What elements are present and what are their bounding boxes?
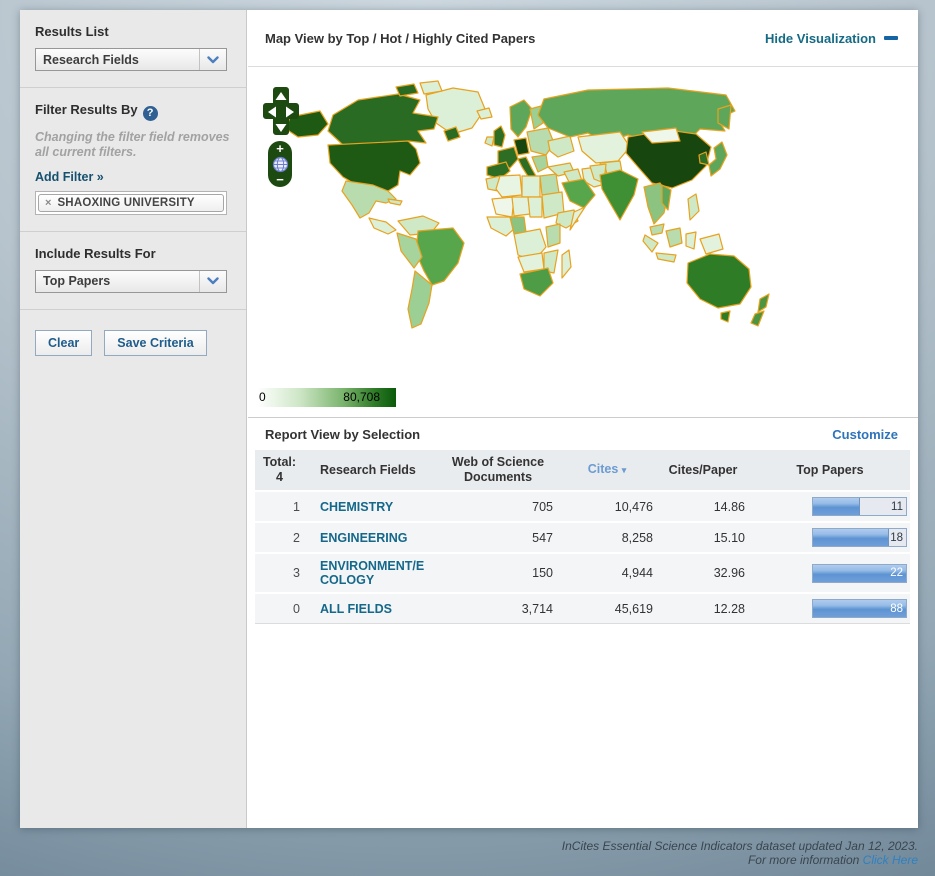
map-header: Map View by Top / Hot / Highly Cited Pap… (248, 10, 918, 67)
filter-tag-label: SHAOXING UNIVERSITY (57, 196, 195, 209)
help-icon[interactable]: ? (142, 105, 158, 121)
results-list-dropdown[interactable]: Research Fields (35, 48, 227, 71)
table-header-row: Total: 4 Research Fields Web of Science Do… (255, 450, 910, 492)
column-header-research-fields[interactable]: Research Fields (307, 458, 439, 483)
collapse-icon (884, 36, 898, 40)
world-map-canvas[interactable] (248, 71, 918, 385)
row-wos-documents: 547 (532, 530, 553, 545)
row-cites: 8,258 (621, 530, 653, 545)
row-cites-per-paper: 12.28 (713, 601, 745, 616)
sort-desc-icon: ▾ (621, 465, 627, 475)
research-field-link[interactable]: ALL FIELDS (320, 602, 392, 616)
zoom-in-button[interactable]: + (276, 142, 284, 155)
column-header-total: Total: 4 (262, 455, 297, 484)
row-rank: 3 (293, 566, 300, 580)
include-results-section: Include Results For Top Papers (20, 232, 246, 310)
top-papers-bar-fill (813, 529, 890, 546)
row-wos-documents: 3,714 (521, 601, 553, 616)
map-title: Map View by Top / Hot / Highly Cited Pap… (265, 30, 536, 46)
top-papers-bar: 88 (812, 599, 907, 618)
save-criteria-button[interactable]: Save Criteria (104, 329, 207, 356)
row-rank: 1 (293, 499, 300, 514)
legend-max-value: 80,708 (343, 390, 380, 404)
row-rank: 0 (293, 601, 300, 616)
row-cites: 45,619 (614, 601, 653, 616)
include-results-heading: Include Results For (35, 245, 156, 261)
chevron-down-icon (199, 270, 226, 292)
map-pan-control[interactable] (261, 85, 301, 139)
globe-icon[interactable] (272, 156, 289, 173)
table-row: 3 ENVIRONMENT/ECOLOGY 150 4,944 32.96 22 (255, 554, 910, 594)
top-papers-value: 88 (890, 602, 903, 615)
map-region: + − 0 80,708 (248, 67, 918, 417)
table-row: 2 ENGINEERING 547 8,258 15.10 18 (255, 523, 910, 554)
results-list-heading: Results List (35, 24, 109, 39)
report-table: Total: 4 Research Fields Web of Science Do… (255, 450, 910, 624)
filter-note: Changing the filter field removes all cu… (35, 129, 230, 159)
top-papers-bar: 22 (812, 563, 907, 583)
column-header-cites-per-paper[interactable]: Cites/Paper (657, 458, 749, 483)
top-papers-value: 18 (890, 531, 903, 544)
filter-tag: × SHAOXING UNIVERSITY (38, 193, 224, 212)
table-body: 1 CHEMISTRY 705 10,476 14.86 11 2 ENGINE… (255, 492, 910, 624)
top-papers-bar: 11 (812, 497, 907, 516)
filter-section: Filter Results By? Changing the filter f… (20, 88, 246, 232)
column-header-cites[interactable]: Cites ▾ (557, 457, 657, 483)
main-content: Map View by Top / Hot / Highly Cited Pap… (248, 10, 918, 828)
top-papers-bar-fill (813, 498, 860, 515)
filter-input-box[interactable]: × SHAOXING UNIVERSITY (35, 190, 227, 215)
include-results-dropdown[interactable]: Top Papers (35, 269, 227, 293)
add-filter-link[interactable]: Add Filter » (35, 170, 104, 184)
top-papers-bar: 18 (812, 528, 907, 547)
footer-note: InCites Essential Science Indicators dat… (562, 839, 918, 867)
column-header-wos-documents[interactable]: Web of Science Documents (439, 450, 557, 490)
remove-filter-icon[interactable]: × (45, 197, 51, 209)
sidebar: Results List Research Fields Filter Resu… (20, 10, 247, 828)
app-panel: Results List Research Fields Filter Resu… (20, 10, 918, 828)
research-field-link[interactable]: ENVIRONMENT/ECOLOGY (320, 559, 432, 587)
table-row: 0 ALL FIELDS 3,714 45,619 12.28 88 (255, 594, 910, 624)
report-header: Report View by Selection Customize (248, 417, 918, 450)
results-list-selected: Research Fields (43, 52, 139, 67)
click-here-link[interactable]: Click Here (863, 853, 918, 867)
report-title: Report View by Selection (265, 426, 421, 442)
table-row: 1 CHEMISTRY 705 10,476 14.86 11 (255, 492, 910, 523)
map-zoom-control[interactable]: + − (268, 141, 292, 187)
row-wos-documents: 705 (532, 499, 553, 514)
footer-line1: InCites Essential Science Indicators dat… (561, 839, 918, 853)
chevron-down-icon (199, 49, 226, 70)
row-cites-per-paper: 15.10 (713, 530, 745, 545)
research-field-link[interactable]: CHEMISTRY (320, 500, 393, 514)
hide-visualization-link[interactable]: Hide Visualization (765, 31, 898, 46)
row-wos-documents: 150 (532, 566, 553, 580)
legend-min-value: 0 (259, 390, 266, 404)
top-papers-value: 22 (890, 567, 903, 579)
clear-button[interactable]: Clear (35, 329, 93, 356)
row-rank: 2 (293, 530, 300, 545)
zoom-out-button[interactable]: − (276, 173, 284, 186)
row-cites: 10,476 (614, 499, 653, 514)
filter-heading: Filter Results By? (35, 102, 231, 121)
results-list-section: Results List Research Fields (20, 10, 246, 88)
map-legend: 0 80,708 (257, 388, 396, 407)
sidebar-actions: Clear Save Criteria (20, 310, 246, 376)
research-field-link[interactable]: ENGINEERING (320, 531, 408, 545)
row-cites-per-paper: 14.86 (713, 499, 745, 514)
row-cites-per-paper: 32.96 (713, 566, 745, 580)
include-results-selected: Top Papers (43, 274, 111, 288)
footer-line2: For more information Click Here (747, 853, 918, 867)
row-cites: 4,944 (621, 566, 653, 580)
choropleth-countries (285, 80, 770, 329)
column-header-top-papers[interactable]: Top Papers (749, 458, 910, 483)
customize-link[interactable]: Customize (832, 427, 898, 442)
top-papers-value: 11 (891, 500, 903, 513)
